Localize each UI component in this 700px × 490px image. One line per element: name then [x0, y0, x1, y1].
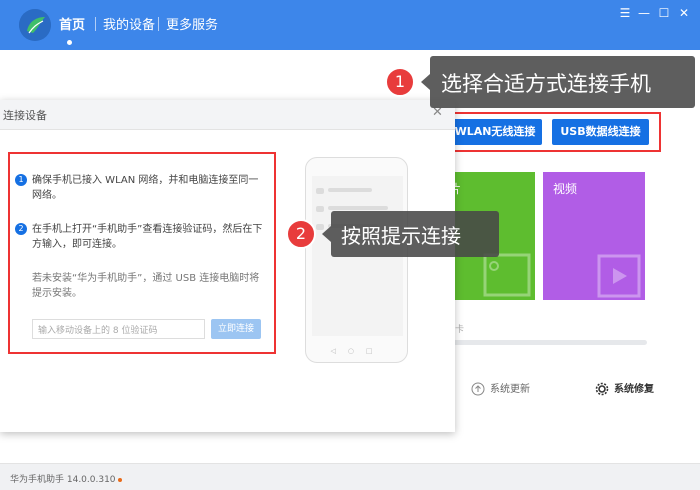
connect-device-dialog: 连接设备 ✕ 1 确保手机已接入 WLAN 网络，并和电脑连接至同一网络。 2 … — [0, 100, 455, 432]
phone-illustration: ◁○□ — [305, 157, 408, 363]
nav-more-services[interactable]: 更多服务 — [166, 14, 218, 33]
close-window-icon[interactable]: ✕ — [677, 6, 691, 20]
nav-divider — [95, 17, 96, 31]
nav-home[interactable]: 首页 — [59, 14, 85, 33]
gear-icon — [595, 382, 609, 396]
video-icon — [597, 254, 641, 298]
nav-divider — [158, 17, 159, 31]
title-bar: 首页 我的设备 更多服务 ☰ — ☐ ✕ — [0, 0, 700, 50]
connect-now-button[interactable]: 立即连接 — [211, 319, 261, 339]
status-bar: 华为手机助手 14.0.0.310 — [0, 463, 700, 490]
dialog-title: 连接设备 — [3, 109, 47, 122]
active-tab-indicator — [67, 40, 72, 45]
maximize-icon[interactable]: ☐ — [657, 6, 671, 20]
storage-bar — [453, 340, 647, 345]
step-text: 确保手机已接入 WLAN 网络，并和电脑连接至同一网络。 — [32, 175, 259, 201]
usb-connect-button[interactable]: USB数据线连接 — [552, 119, 649, 145]
callout-follow-prompts: 按照提示连接 — [331, 211, 499, 257]
phone-nav-keys: ◁○□ — [330, 347, 385, 355]
photo-icon — [483, 253, 531, 297]
callout-pointer — [322, 226, 331, 242]
minimize-icon[interactable]: — — [637, 6, 651, 20]
system-repair-label: 系统修复 — [614, 384, 654, 395]
update-dot — [117, 477, 122, 482]
step-badge-2: 2 — [286, 219, 316, 249]
step-number: 1 — [15, 174, 27, 186]
phone-screen-bar — [316, 206, 324, 212]
nav-my-devices[interactable]: 我的设备 — [103, 14, 155, 33]
phone-screen-bar — [328, 206, 388, 210]
update-icon — [471, 382, 485, 396]
steps-highlight: 1 确保手机已接入 WLAN 网络，并和电脑连接至同一网络。 2 在手机上打开“… — [8, 152, 276, 354]
version-label: 华为手机助手 14.0.0.310 — [10, 472, 122, 485]
videos-tile-label: 视频 — [553, 182, 578, 196]
callout-pointer — [421, 74, 430, 90]
phone-screen-bar — [316, 188, 324, 194]
step-text: 在手机上打开“手机助手”查看连接验证码，然后在下方输入，即可连接。 — [32, 224, 263, 250]
system-repair-tool[interactable]: 系统修复 — [595, 380, 654, 396]
system-update-label: 系统更新 — [490, 384, 530, 395]
videos-tile[interactable]: 视频 — [543, 172, 645, 300]
app-logo — [19, 9, 51, 41]
verification-code-input[interactable]: 输入移动设备上的 8 位验证码 — [32, 319, 205, 339]
step-number: 2 — [15, 223, 27, 235]
callout-choose-method: 选择合适方式连接手机 — [430, 56, 695, 108]
callout-text: 按照提示连接 — [341, 224, 461, 248]
version-text: 华为手机助手 14.0.0.310 — [10, 475, 116, 485]
dialog-header: 连接设备 ✕ — [0, 100, 455, 130]
phone-screen-bar — [328, 188, 372, 192]
storage-hint: 卡 — [455, 325, 465, 335]
system-update-tool[interactable]: 系统更新 — [471, 380, 530, 396]
menu-icon[interactable]: ☰ — [618, 6, 632, 20]
callout-text: 选择合适方式连接手机 — [441, 72, 651, 96]
install-note: 若未安装“华为手机助手”，通过 USB 连接电脑时将提示安装。 — [32, 273, 260, 299]
wlan-connect-button[interactable]: WLAN无线连接 — [448, 119, 542, 145]
step-badge-1: 1 — [385, 67, 415, 97]
